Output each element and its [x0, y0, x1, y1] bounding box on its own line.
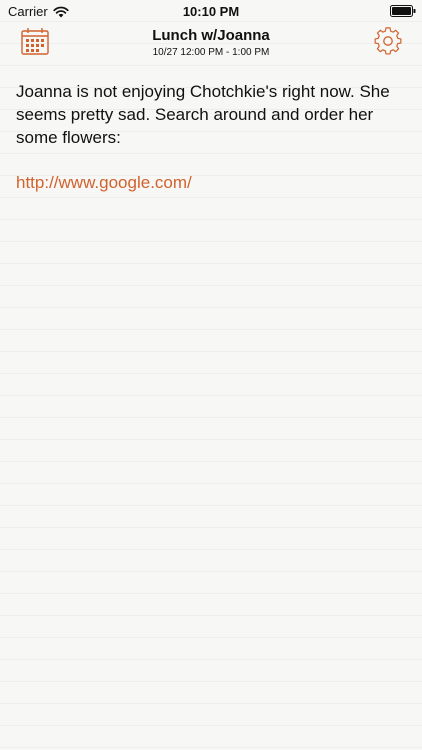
calendar-icon [20, 26, 50, 61]
event-time-range: 10/27 12:00 PM - 1:00 PM [152, 47, 270, 58]
gear-icon [373, 26, 403, 61]
note-link[interactable]: http://www.google.com/ [16, 171, 408, 194]
note-text[interactable]: Joanna is not enjoying Chotchkie's right… [16, 80, 408, 149]
calendar-button[interactable] [17, 25, 53, 61]
battery-icon [390, 5, 416, 17]
nav-bar: Lunch w/Joanna 10/27 12:00 PM - 1:00 PM [0, 22, 422, 64]
nav-titles: Lunch w/Joanna 10/27 12:00 PM - 1:00 PM [80, 27, 342, 59]
settings-button[interactable] [370, 25, 406, 61]
note-body[interactable]: Joanna is not enjoying Chotchkie's right… [16, 80, 408, 194]
status-time: 10:10 PM [182, 4, 240, 19]
status-bar: Carrier 10:10 PM [0, 0, 422, 22]
page-title: Lunch w/Joanna [152, 27, 270, 44]
